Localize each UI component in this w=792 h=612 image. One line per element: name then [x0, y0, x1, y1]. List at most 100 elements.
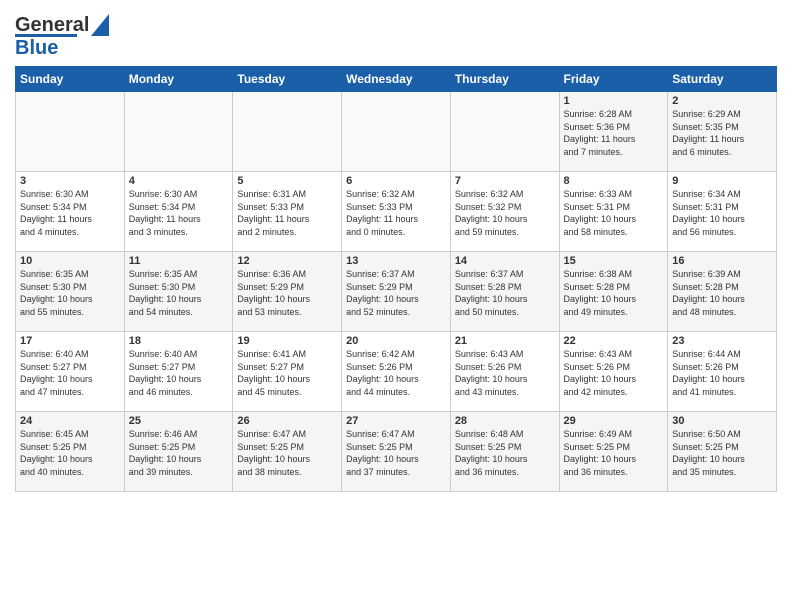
calendar-cell: [124, 92, 233, 172]
week-row-3: 10Sunrise: 6:35 AM Sunset: 5:30 PM Dayli…: [16, 252, 777, 332]
week-row-5: 24Sunrise: 6:45 AM Sunset: 5:25 PM Dayli…: [16, 412, 777, 492]
day-info: Sunrise: 6:35 AM Sunset: 5:30 PM Dayligh…: [129, 268, 229, 318]
weekday-header-row: SundayMondayTuesdayWednesdayThursdayFrid…: [16, 67, 777, 92]
calendar-cell: 9Sunrise: 6:34 AM Sunset: 5:31 PM Daylig…: [668, 172, 777, 252]
calendar-cell: 7Sunrise: 6:32 AM Sunset: 5:32 PM Daylig…: [450, 172, 559, 252]
day-number: 3: [20, 175, 120, 187]
week-row-1: 1Sunrise: 6:28 AM Sunset: 5:36 PM Daylig…: [16, 92, 777, 172]
day-number: 20: [346, 335, 446, 347]
calendar-cell: 29Sunrise: 6:49 AM Sunset: 5:25 PM Dayli…: [559, 412, 668, 492]
day-number: 17: [20, 335, 120, 347]
day-number: 2: [672, 95, 772, 107]
day-info: Sunrise: 6:35 AM Sunset: 5:30 PM Dayligh…: [20, 268, 120, 318]
calendar-cell: [16, 92, 125, 172]
calendar-cell: 14Sunrise: 6:37 AM Sunset: 5:28 PM Dayli…: [450, 252, 559, 332]
day-number: 29: [564, 415, 664, 427]
day-info: Sunrise: 6:36 AM Sunset: 5:29 PM Dayligh…: [237, 268, 337, 318]
day-number: 30: [672, 415, 772, 427]
weekday-header-thursday: Thursday: [450, 67, 559, 92]
day-info: Sunrise: 6:40 AM Sunset: 5:27 PM Dayligh…: [129, 348, 229, 398]
logo-general-text: General: [15, 15, 89, 35]
calendar-cell: 6Sunrise: 6:32 AM Sunset: 5:33 PM Daylig…: [342, 172, 451, 252]
day-number: 11: [129, 255, 229, 267]
logo: General Blue: [15, 14, 109, 58]
day-number: 8: [564, 175, 664, 187]
calendar-cell: 5Sunrise: 6:31 AM Sunset: 5:33 PM Daylig…: [233, 172, 342, 252]
calendar-cell: 24Sunrise: 6:45 AM Sunset: 5:25 PM Dayli…: [16, 412, 125, 492]
day-info: Sunrise: 6:49 AM Sunset: 5:25 PM Dayligh…: [564, 428, 664, 478]
day-number: 22: [564, 335, 664, 347]
calendar-cell: 28Sunrise: 6:48 AM Sunset: 5:25 PM Dayli…: [450, 412, 559, 492]
calendar-cell: 25Sunrise: 6:46 AM Sunset: 5:25 PM Dayli…: [124, 412, 233, 492]
day-info: Sunrise: 6:43 AM Sunset: 5:26 PM Dayligh…: [564, 348, 664, 398]
calendar-cell: 2Sunrise: 6:29 AM Sunset: 5:35 PM Daylig…: [668, 92, 777, 172]
calendar-cell: 11Sunrise: 6:35 AM Sunset: 5:30 PM Dayli…: [124, 252, 233, 332]
weekday-header-friday: Friday: [559, 67, 668, 92]
day-info: Sunrise: 6:42 AM Sunset: 5:26 PM Dayligh…: [346, 348, 446, 398]
calendar-cell: 4Sunrise: 6:30 AM Sunset: 5:34 PM Daylig…: [124, 172, 233, 252]
calendar-cell: 10Sunrise: 6:35 AM Sunset: 5:30 PM Dayli…: [16, 252, 125, 332]
day-number: 10: [20, 255, 120, 267]
day-info: Sunrise: 6:47 AM Sunset: 5:25 PM Dayligh…: [346, 428, 446, 478]
day-info: Sunrise: 6:40 AM Sunset: 5:27 PM Dayligh…: [20, 348, 120, 398]
calendar-cell: 3Sunrise: 6:30 AM Sunset: 5:34 PM Daylig…: [16, 172, 125, 252]
day-number: 23: [672, 335, 772, 347]
day-info: Sunrise: 6:38 AM Sunset: 5:28 PM Dayligh…: [564, 268, 664, 318]
weekday-header-sunday: Sunday: [16, 67, 125, 92]
calendar-cell: 17Sunrise: 6:40 AM Sunset: 5:27 PM Dayli…: [16, 332, 125, 412]
calendar-cell: 21Sunrise: 6:43 AM Sunset: 5:26 PM Dayli…: [450, 332, 559, 412]
calendar-cell: 22Sunrise: 6:43 AM Sunset: 5:26 PM Dayli…: [559, 332, 668, 412]
week-row-2: 3Sunrise: 6:30 AM Sunset: 5:34 PM Daylig…: [16, 172, 777, 252]
day-info: Sunrise: 6:47 AM Sunset: 5:25 PM Dayligh…: [237, 428, 337, 478]
calendar-cell: 20Sunrise: 6:42 AM Sunset: 5:26 PM Dayli…: [342, 332, 451, 412]
day-info: Sunrise: 6:37 AM Sunset: 5:29 PM Dayligh…: [346, 268, 446, 318]
calendar-cell: 27Sunrise: 6:47 AM Sunset: 5:25 PM Dayli…: [342, 412, 451, 492]
day-info: Sunrise: 6:33 AM Sunset: 5:31 PM Dayligh…: [564, 188, 664, 238]
page: General Blue SundayMondayTuesdayWednesda…: [0, 0, 792, 507]
day-number: 4: [129, 175, 229, 187]
day-info: Sunrise: 6:32 AM Sunset: 5:33 PM Dayligh…: [346, 188, 446, 238]
calendar-cell: [342, 92, 451, 172]
day-info: Sunrise: 6:29 AM Sunset: 5:35 PM Dayligh…: [672, 108, 772, 158]
day-number: 6: [346, 175, 446, 187]
calendar-cell: [450, 92, 559, 172]
day-number: 24: [20, 415, 120, 427]
weekday-header-tuesday: Tuesday: [233, 67, 342, 92]
day-info: Sunrise: 6:28 AM Sunset: 5:36 PM Dayligh…: [564, 108, 664, 158]
calendar-cell: 26Sunrise: 6:47 AM Sunset: 5:25 PM Dayli…: [233, 412, 342, 492]
day-number: 25: [129, 415, 229, 427]
calendar-cell: 1Sunrise: 6:28 AM Sunset: 5:36 PM Daylig…: [559, 92, 668, 172]
calendar-cell: 15Sunrise: 6:38 AM Sunset: 5:28 PM Dayli…: [559, 252, 668, 332]
day-number: 12: [237, 255, 337, 267]
day-number: 26: [237, 415, 337, 427]
header: General Blue: [15, 10, 777, 58]
day-number: 18: [129, 335, 229, 347]
day-number: 27: [346, 415, 446, 427]
day-number: 19: [237, 335, 337, 347]
day-number: 13: [346, 255, 446, 267]
weekday-header-saturday: Saturday: [668, 67, 777, 92]
day-number: 5: [237, 175, 337, 187]
day-info: Sunrise: 6:45 AM Sunset: 5:25 PM Dayligh…: [20, 428, 120, 478]
day-info: Sunrise: 6:48 AM Sunset: 5:25 PM Dayligh…: [455, 428, 555, 478]
calendar-cell: 12Sunrise: 6:36 AM Sunset: 5:29 PM Dayli…: [233, 252, 342, 332]
day-number: 16: [672, 255, 772, 267]
calendar-cell: 19Sunrise: 6:41 AM Sunset: 5:27 PM Dayli…: [233, 332, 342, 412]
day-info: Sunrise: 6:39 AM Sunset: 5:28 PM Dayligh…: [672, 268, 772, 318]
weekday-header-wednesday: Wednesday: [342, 67, 451, 92]
weekday-header-monday: Monday: [124, 67, 233, 92]
day-info: Sunrise: 6:31 AM Sunset: 5:33 PM Dayligh…: [237, 188, 337, 238]
day-info: Sunrise: 6:46 AM Sunset: 5:25 PM Dayligh…: [129, 428, 229, 478]
day-info: Sunrise: 6:44 AM Sunset: 5:26 PM Dayligh…: [672, 348, 772, 398]
day-number: 9: [672, 175, 772, 187]
calendar-cell: 23Sunrise: 6:44 AM Sunset: 5:26 PM Dayli…: [668, 332, 777, 412]
day-number: 15: [564, 255, 664, 267]
day-number: 7: [455, 175, 555, 187]
day-info: Sunrise: 6:41 AM Sunset: 5:27 PM Dayligh…: [237, 348, 337, 398]
day-number: 14: [455, 255, 555, 267]
day-number: 1: [564, 95, 664, 107]
day-number: 28: [455, 415, 555, 427]
calendar-cell: 16Sunrise: 6:39 AM Sunset: 5:28 PM Dayli…: [668, 252, 777, 332]
day-info: Sunrise: 6:34 AM Sunset: 5:31 PM Dayligh…: [672, 188, 772, 238]
calendar-cell: 8Sunrise: 6:33 AM Sunset: 5:31 PM Daylig…: [559, 172, 668, 252]
